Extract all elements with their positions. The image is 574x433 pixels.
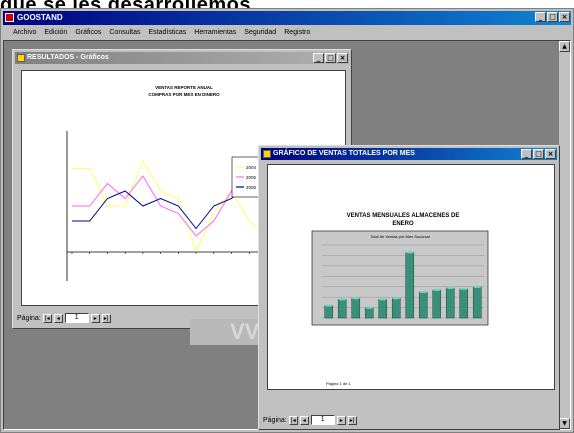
app-close-button[interactable]: × [559,12,570,22]
bar-10 [445,287,455,319]
window2-page-input[interactable]: 1 [310,415,335,425]
line-chart-subtitle: COMPRAS POR MES EN DINERO [148,92,220,97]
legend-2005: 2005 [246,175,257,180]
bar-5 [378,298,388,319]
bar-top-4 [365,306,374,309]
report-icon [17,54,25,62]
bar-chart-window-title: GRÁFICO DE VENTAS TOTALES POR MES [273,150,415,157]
report-footer-note: Página 1 de 1 [326,381,351,386]
bar-1 [324,305,334,319]
window2-page-nav: Página: |◂ ◂ 1 ▸ ▸| [263,414,357,426]
line-chart-window-title: RESULTADOS - Gráficos [27,54,109,61]
bar-9 [432,289,442,319]
menu-seguridad[interactable]: Seguridad [244,26,276,39]
window2-minimize-button[interactable]: _ [521,149,532,159]
prev-page-icon[interactable]: ◂ [299,415,309,425]
first-page-icon[interactable]: |◂ [288,415,298,425]
app-titlebar: GOOSTAND _ □ × [3,11,571,25]
window1-page-label: Página: [17,314,41,322]
window2-page-label: Página: [263,416,287,424]
bar-top-10 [446,286,455,289]
bar-chart-report: VENTAS MENSUALES ALMACENES DE ENERO Tota… [311,213,489,386]
bar-top-8 [419,290,428,294]
bar-2 [337,298,347,319]
report-title-line2: ENERO [392,221,414,227]
last-page-icon[interactable]: ▸| [347,415,357,425]
bar-chart-window-titlebar: GRÁFICO DE VENTAS TOTALES POR MES _ □ × [261,148,557,160]
bar-top-2 [338,298,347,301]
scroll-down-arrow-icon[interactable]: ▼ [559,418,570,429]
app-maximize-button[interactable]: □ [547,12,558,22]
line-chart-window-titlebar: RESULTADOS - Gráficos _ □ × [15,52,349,64]
window2-title-buttons: _ □ × [521,149,556,159]
window2-close-button[interactable]: × [545,149,556,159]
mdi-workspace: ▲ ▼ RESULTADOS - Gráficos _ □ × VENTAS R… [3,40,571,430]
bar-top-7 [405,251,414,254]
menu-registro[interactable]: Registro [284,26,310,39]
menu-bar: Archivo Edición Gráficos Consultas Estad… [3,26,571,39]
bar-top-9 [432,288,441,292]
menu-edicion[interactable]: Edición [44,26,67,39]
bar-top-3 [351,296,360,300]
app-title: GOOSTAND [17,13,63,22]
bar-3 [351,297,361,319]
bar-top-5 [378,298,387,301]
bar-top-12 [473,285,482,288]
menu-graficos[interactable]: Gráficos [75,26,101,39]
bar-top-6 [392,296,401,300]
last-page-icon[interactable]: ▸| [101,313,111,323]
app-window: GOOSTAND _ □ × Archivo Edición Gráficos … [0,8,574,433]
bar-6 [391,297,401,319]
bar-12 [472,286,482,319]
line-chart-title: VENTAS REPORTE ANUAL [155,85,213,90]
menu-herramientas[interactable]: Herramientas [194,26,236,39]
window1-title-buttons: _ □ × [313,53,348,63]
menu-consultas[interactable]: Consultas [109,26,140,39]
bar-7 [405,252,415,319]
legend-2004: 2004 [246,165,257,170]
bar-top-1 [324,304,333,307]
bar-8 [418,291,428,319]
window1-minimize-button[interactable]: _ [313,53,324,63]
app-minimize-button[interactable]: _ [535,12,546,22]
next-page-icon[interactable]: ▸ [90,313,100,323]
window1-page-nav: Página: |◂ ◂ 1 ▸ ▸| [17,312,111,324]
bar-4 [364,307,374,319]
scroll-up-arrow-icon[interactable]: ▲ [559,41,570,52]
report-title-line1: VENTAS MENSUALES ALMACENES DE [347,213,460,219]
menu-estadisticas[interactable]: Estadísticas [149,26,187,39]
window1-close-button[interactable]: × [337,53,348,63]
next-page-icon[interactable]: ▸ [336,415,346,425]
app-title-buttons: _ □ × [535,12,570,22]
bar-top-11 [459,287,468,290]
background-watermark: VV [190,319,262,345]
bar-chart-page: VENTAS MENSUALES ALMACENES DE ENERO Tota… [267,164,555,390]
report-icon [263,150,271,158]
window1-maximize-button[interactable]: □ [325,53,336,63]
bar-11 [459,288,469,319]
window2-maximize-button[interactable]: □ [533,149,544,159]
bar-chart-title: Total de Ventas por Mes Sucursal [370,234,430,239]
legend-2006: 2006 [246,185,257,190]
first-page-icon[interactable]: |◂ [42,313,52,323]
menu-archivo[interactable]: Archivo [13,26,36,39]
bar-chart-window: GRÁFICO DE VENTAS TOTALES POR MES _ □ × … [258,145,560,430]
prev-page-icon[interactable]: ◂ [53,313,63,323]
app-icon [5,13,14,22]
window1-page-input[interactable]: 1 [64,313,89,323]
